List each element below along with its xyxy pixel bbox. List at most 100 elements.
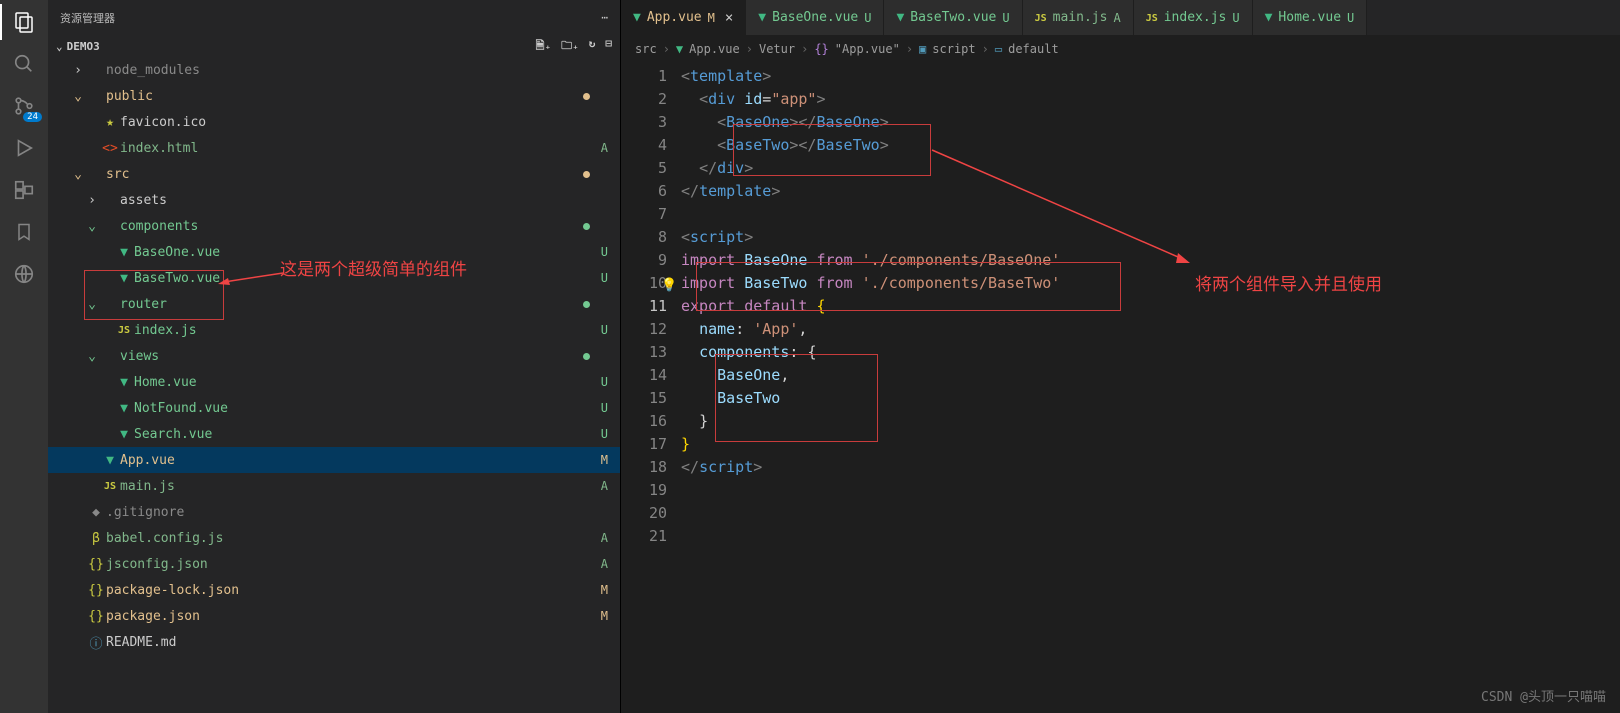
git-dot xyxy=(583,223,590,230)
tree-label: node_modules xyxy=(106,63,608,78)
code-line: BaseOne, xyxy=(681,364,1620,387)
line-number: 6 xyxy=(621,180,667,203)
tree-item-package-json[interactable]: {}package.jsonM xyxy=(48,603,620,629)
tree-label: Search.vue xyxy=(134,427,592,442)
line-number: 5 xyxy=(621,157,667,180)
tree-item-jsconfig-json[interactable]: {}jsconfig.jsonA xyxy=(48,551,620,577)
git-status: A xyxy=(592,557,608,571)
search-icon[interactable] xyxy=(12,52,36,76)
vue-icon: ▼ xyxy=(100,453,120,468)
line-number: 20 xyxy=(621,502,667,525)
tree-item-views[interactable]: ⌄ views xyxy=(48,343,620,369)
tree-label: index.html xyxy=(120,141,592,156)
tree-label: src xyxy=(106,167,608,182)
js-icon: JS xyxy=(1035,10,1047,25)
sidebar-more-icon[interactable]: ⋯ xyxy=(601,11,608,24)
code-editor[interactable]: 123456789101112131415161718192021 <templ… xyxy=(621,63,1620,713)
collapse-icon[interactable]: ⊟ xyxy=(605,37,612,56)
git-status: M xyxy=(592,583,608,597)
tab-BaseTwo-vue[interactable]: ▼BaseTwo.vueU xyxy=(884,0,1022,35)
line-number: 13 xyxy=(621,341,667,364)
var-icon: ▭ xyxy=(995,42,1002,56)
debug-icon[interactable] xyxy=(12,136,36,160)
new-file-icon[interactable]: 🗎₊ xyxy=(536,37,551,56)
refresh-icon[interactable]: ↻ xyxy=(589,37,596,56)
tree-item-router[interactable]: ⌄router xyxy=(48,291,620,317)
git-dot xyxy=(583,301,590,308)
tab-Home-vue[interactable]: ▼Home.vueU xyxy=(1253,0,1368,35)
tree-label: views xyxy=(120,349,608,364)
git-status: A xyxy=(592,141,608,155)
tree-item-public[interactable]: ⌄public xyxy=(48,83,620,109)
tree-item-components[interactable]: ⌄components xyxy=(48,213,620,239)
git-status: U xyxy=(592,427,608,441)
git-status: U xyxy=(592,323,608,337)
scm-icon[interactable]: 24 xyxy=(12,94,36,118)
star-icon: ★ xyxy=(100,115,120,130)
tree-item-favicon-ico[interactable]: ★favicon.ico xyxy=(48,109,620,135)
tree-label: babel.config.js xyxy=(106,531,592,546)
tree-label: favicon.ico xyxy=(120,115,608,130)
tree-item-NotFound-vue[interactable]: ▼NotFound.vueU xyxy=(48,395,620,421)
tree-item-babel-config-js[interactable]: βbabel.config.jsA xyxy=(48,525,620,551)
code-line: <div id="app"> xyxy=(681,88,1620,111)
sidebar-header: 资源管理器 ⋯ xyxy=(48,0,620,35)
tab-main-js[interactable]: JSmain.jsA xyxy=(1023,0,1134,35)
html-icon: <> xyxy=(100,141,120,156)
code-line: components: { xyxy=(681,341,1620,364)
explorer-icon[interactable] xyxy=(12,10,36,34)
new-folder-icon[interactable]: 🗀₊ xyxy=(561,37,579,56)
chevron-icon: ⌄ xyxy=(84,349,100,364)
tab-status: A xyxy=(1113,11,1120,25)
git-status: U xyxy=(592,271,608,285)
tree-item-assets[interactable]: ›assets xyxy=(48,187,620,213)
code-line xyxy=(681,479,1620,502)
json-icon: {} xyxy=(86,609,106,624)
tree-item-Search-vue[interactable]: ▼Search.vueU xyxy=(48,421,620,447)
remote-icon[interactable] xyxy=(12,262,36,286)
tree-item-BaseTwo-vue[interactable]: ▼BaseTwo.vueU xyxy=(48,265,620,291)
bookmark-icon[interactable] xyxy=(12,220,36,244)
tree-item--gitignore[interactable]: ◆.gitignore xyxy=(48,499,620,525)
tree-label: index.js xyxy=(134,323,592,338)
tree-item-Home-vue[interactable]: ▼Home.vueU xyxy=(48,369,620,395)
tree-item-README-md[interactable]: ⓘREADME.md xyxy=(48,629,620,655)
git-status: A xyxy=(592,479,608,493)
git-status: U xyxy=(592,375,608,389)
editor-area: ▼App.vueM×▼BaseOne.vueU▼BaseTwo.vueUJSma… xyxy=(620,0,1620,713)
tree-label: App.vue xyxy=(120,453,592,468)
editor-tabs: ▼App.vueM×▼BaseOne.vueU▼BaseTwo.vueUJSma… xyxy=(621,0,1620,35)
breadcrumbs[interactable]: src› ▼App.vue› Vetur› {}"App.vue"› ▣scri… xyxy=(621,35,1620,63)
tree-item-node_modules[interactable]: ›node_modules xyxy=(48,57,620,83)
code-line: } xyxy=(681,433,1620,456)
code-line: </template> xyxy=(681,180,1620,203)
explorer-sidebar: 资源管理器 ⋯ ⌄DEMO3 🗎₊ 🗀₊ ↻ ⊟ ›node_modules⌄p… xyxy=(48,0,620,713)
extensions-icon[interactable] xyxy=(12,178,36,202)
scm-badge: 24 xyxy=(23,112,42,122)
code-line xyxy=(681,203,1620,226)
tree-item-package-lock-json[interactable]: {}package-lock.jsonM xyxy=(48,577,620,603)
code-line: import BaseOne from './components/BaseOn… xyxy=(681,249,1620,272)
tab-BaseOne-vue[interactable]: ▼BaseOne.vueU xyxy=(746,0,884,35)
tree-item-BaseOne-vue[interactable]: ▼BaseOne.vueU xyxy=(48,239,620,265)
tree-item-main-js[interactable]: JSmain.jsA xyxy=(48,473,620,499)
tree-item-index-html[interactable]: <>index.htmlA xyxy=(48,135,620,161)
sidebar-title: 资源管理器 xyxy=(60,10,115,26)
project-header[interactable]: ⌄DEMO3 🗎₊ 🗀₊ ↻ ⊟ xyxy=(48,35,620,57)
line-number: 8 xyxy=(621,226,667,249)
tab-status: U xyxy=(1232,11,1239,25)
tree-item-index-js[interactable]: JSindex.jsU xyxy=(48,317,620,343)
close-icon[interactable]: × xyxy=(725,10,733,26)
tab-status: M xyxy=(708,11,715,25)
tab-label: BaseOne.vue xyxy=(772,10,858,25)
bc-src: src xyxy=(635,42,657,56)
vue-icon: ▼ xyxy=(896,10,904,25)
tree-item-src[interactable]: ⌄src xyxy=(48,161,620,187)
tree-label: jsconfig.json xyxy=(106,557,592,572)
js-icon: JS xyxy=(1146,10,1158,25)
tree-item-App-vue[interactable]: ▼App.vueM xyxy=(48,447,620,473)
tab-App-vue[interactable]: ▼App.vueM× xyxy=(621,0,746,35)
tab-index-js[interactable]: JSindex.jsU xyxy=(1134,0,1253,35)
tab-label: BaseTwo.vue xyxy=(910,10,996,25)
line-number: 3 xyxy=(621,111,667,134)
